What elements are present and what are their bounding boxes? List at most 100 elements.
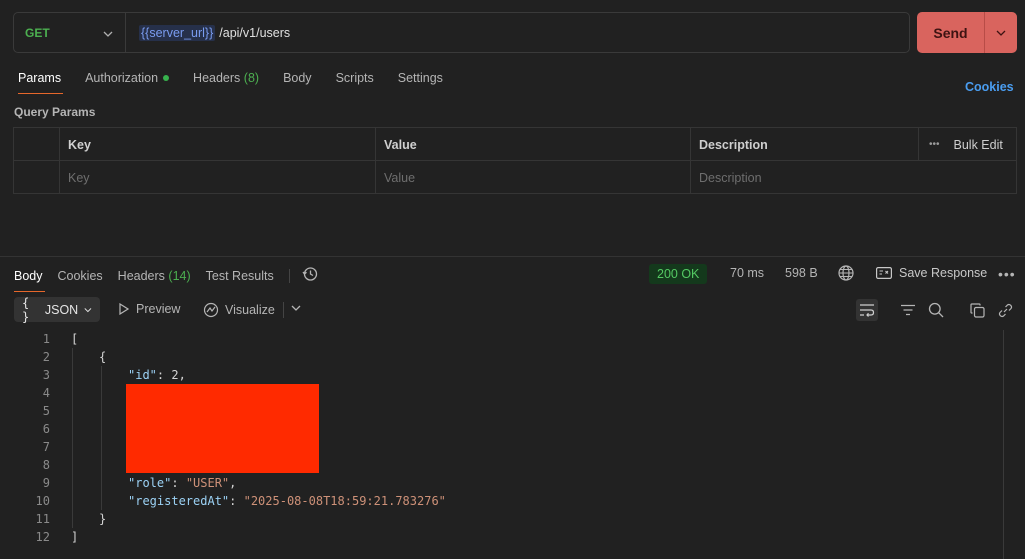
tab-label: Params (18, 71, 62, 85)
json-colon: : (171, 476, 186, 490)
tab-count: (14) (168, 269, 191, 283)
status-dot-icon (163, 75, 170, 81)
response-time[interactable]: 70 ms (730, 266, 764, 280)
method-select[interactable]: GET (14, 13, 126, 52)
save-response-label: Save Response (899, 266, 988, 280)
cookies-link[interactable]: Cookies (965, 80, 1014, 94)
line-number: 7 (42, 440, 50, 454)
code-line: { (99, 350, 107, 364)
format-select[interactable]: { } JSON (14, 295, 100, 324)
code-line: "role": "USER", (128, 476, 236, 490)
status-badge[interactable]: 200 OK (649, 264, 708, 284)
pane-divider[interactable] (0, 256, 1025, 257)
json-colon: : (229, 494, 244, 508)
line-number: 5 (42, 404, 50, 418)
json-value: "USER" (185, 476, 230, 490)
json-key: "role" (128, 476, 172, 490)
tab-scripts[interactable]: Scripts (336, 71, 374, 94)
tab-test-results[interactable]: Test Results (206, 269, 274, 292)
more-options-icon[interactable]: ••• (998, 266, 1016, 282)
tab-label: Body (14, 269, 43, 283)
tab-count: (8) (243, 71, 260, 85)
json-comma: , (229, 476, 237, 490)
visualize-label: Visualize (225, 303, 275, 317)
code-line: [ (71, 332, 79, 346)
line-number: 4 (42, 386, 50, 400)
tab-headers[interactable]: Headers (8) (193, 71, 259, 94)
visualize-button[interactable]: Visualize (203, 302, 275, 318)
indent-guide (72, 348, 73, 528)
save-response-button[interactable]: Save Response (876, 266, 987, 280)
url-input[interactable]: {{server_url}} /api/v1/users (126, 24, 291, 41)
redaction-block (126, 384, 319, 473)
tab-label: Settings (397, 71, 443, 85)
search-icon (928, 302, 944, 318)
tab-label: Cookies (57, 269, 103, 283)
tab-response-headers[interactable]: Headers (14) (118, 269, 191, 292)
filter-button[interactable] (897, 299, 919, 321)
key-input[interactable]: Key (59, 161, 375, 194)
tab-authorization[interactable]: Authorization (85, 71, 170, 94)
line-number: 6 (42, 422, 50, 436)
code-line: ] (71, 530, 79, 544)
table-header-row: Key Value Description ••• Bulk Edit (14, 128, 1016, 161)
line-number: 1 (42, 332, 50, 346)
code-line: } (99, 512, 107, 526)
json-key: "registeredAt" (128, 494, 230, 508)
url-path: /api/v1/users (219, 25, 291, 40)
wrap-lines-button[interactable] (856, 299, 878, 321)
copy-button[interactable] (966, 299, 988, 321)
search-button[interactable] (925, 299, 947, 321)
copy-icon (969, 302, 985, 318)
link-button[interactable] (994, 299, 1016, 321)
code-line: "id": 2, (128, 368, 186, 382)
request-tabs: Params Authorization Headers (8) Body Sc… (18, 71, 467, 94)
url-bar: GET {{server_url}} /api/v1/users (13, 12, 910, 53)
column-value: Value (375, 128, 690, 161)
chevron-down-icon (103, 26, 113, 40)
tab-response-body[interactable]: Body (14, 269, 44, 292)
query-params-table: Key Value Description ••• Bulk Edit Key … (13, 127, 1017, 194)
braces-icon: { } (22, 295, 30, 324)
json-key: "id" (128, 368, 157, 382)
preview-label: Preview (136, 302, 181, 316)
ellipsis-icon: ••• (929, 139, 940, 150)
send-options-button[interactable] (984, 12, 1017, 53)
send-button[interactable]: Send (917, 12, 984, 53)
column-description: Description (690, 128, 918, 161)
globe-icon[interactable] (838, 265, 854, 281)
preview-button[interactable]: Preview (118, 302, 180, 316)
tab-label: Body (283, 71, 312, 85)
query-params-title: Query Params (14, 105, 96, 119)
tab-label: Test Results (205, 269, 274, 283)
tab-body[interactable]: Body (283, 71, 312, 94)
response-size[interactable]: 598 B (785, 266, 818, 280)
json-value: : 2, (156, 368, 186, 382)
tab-params[interactable]: Params (18, 71, 64, 94)
value-input[interactable]: Value (375, 161, 690, 194)
scrollbar-track[interactable] (1003, 330, 1004, 559)
save-icon (876, 267, 892, 279)
json-value: "2025-08-08T18:59:21.783276" (243, 494, 446, 508)
response-tabs: Body Cookies Headers (14) Test Results (14, 266, 318, 295)
send-button-group: Send (917, 12, 1017, 53)
tab-settings[interactable]: Settings (398, 71, 443, 94)
separator (288, 269, 290, 283)
tab-label: Headers (193, 71, 241, 85)
chevron-down-icon (291, 305, 301, 311)
url-variable: {{server_url}} (139, 24, 216, 41)
visualize-options-button[interactable] (291, 305, 301, 311)
chevron-down-icon (84, 307, 92, 312)
line-number: 2 (42, 350, 50, 364)
chevron-down-icon (996, 30, 1006, 36)
separator (283, 302, 284, 318)
visualize-icon (203, 302, 219, 318)
line-number: 10 (35, 494, 50, 508)
tab-response-cookies[interactable]: Cookies (58, 269, 103, 292)
column-key: Key (59, 128, 375, 161)
wrap-icon (860, 304, 875, 317)
bulk-edit-button[interactable]: ••• Bulk Edit (918, 128, 1018, 161)
description-input[interactable]: Description (690, 161, 1018, 194)
history-icon[interactable] (302, 266, 318, 286)
link-icon (998, 303, 1012, 317)
